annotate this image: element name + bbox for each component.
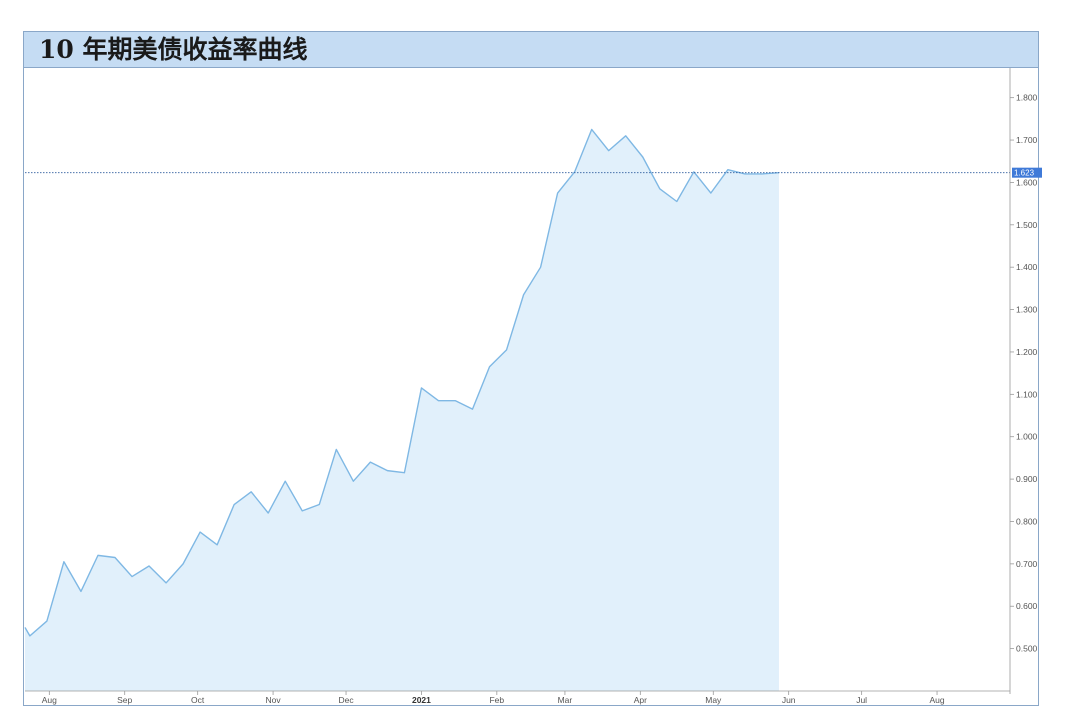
data-point <box>455 400 456 401</box>
data-point <box>370 462 371 463</box>
data-point <box>489 366 490 367</box>
data-point <box>438 400 439 401</box>
data-point <box>114 557 115 558</box>
y-tick-label: 0.700 <box>1016 559 1038 569</box>
data-point <box>591 129 592 130</box>
data-point <box>761 173 762 174</box>
data-point <box>523 294 524 295</box>
data-point <box>165 582 166 583</box>
series-area <box>25 129 779 691</box>
data-point <box>268 512 269 513</box>
data-point <box>46 620 47 621</box>
y-tick-label: 1.500 <box>1016 220 1038 230</box>
data-point <box>693 171 694 172</box>
data-point <box>472 409 473 410</box>
data-point <box>744 173 745 174</box>
data-point <box>285 481 286 482</box>
x-tick-label: Jul <box>856 695 867 705</box>
data-point <box>24 627 25 628</box>
data-point <box>642 156 643 157</box>
y-tick-label: 1.700 <box>1016 135 1038 145</box>
data-point <box>387 470 388 471</box>
data-point <box>574 171 575 172</box>
data-point <box>302 510 303 511</box>
y-tick-label: 1.200 <box>1016 347 1038 357</box>
x-tick-label: Oct <box>191 695 205 705</box>
data-point <box>557 192 558 193</box>
data-point <box>336 449 337 450</box>
y-tick-label: 0.600 <box>1016 601 1038 611</box>
data-point <box>404 472 405 473</box>
x-tick-label: Feb <box>489 695 504 705</box>
last-value-label: 1.623 <box>1014 169 1035 178</box>
data-point <box>97 555 98 556</box>
data-point <box>710 192 711 193</box>
x-tick-label: Dec <box>338 695 354 705</box>
data-point <box>540 267 541 268</box>
y-tick-label: 1.300 <box>1016 305 1038 315</box>
data-point <box>727 169 728 170</box>
data-point <box>182 563 183 564</box>
y-tick-label: 0.800 <box>1016 516 1038 526</box>
data-point <box>608 150 609 151</box>
data-point <box>625 135 626 136</box>
y-tick-label: 1.100 <box>1016 389 1038 399</box>
x-tick-label: Aug <box>42 695 57 705</box>
x-tick-label: Jun <box>782 695 796 705</box>
data-point <box>659 188 660 189</box>
data-point <box>217 544 218 545</box>
data-point <box>353 481 354 482</box>
x-tick-label: Mar <box>558 695 573 705</box>
data-point <box>506 349 507 350</box>
y-tick-label: 0.900 <box>1016 474 1038 484</box>
x-tick-label: May <box>705 695 722 705</box>
y-tick-label: 0.500 <box>1016 644 1038 654</box>
data-point <box>251 491 252 492</box>
y-tick-label: 1.000 <box>1016 432 1038 442</box>
data-point <box>319 504 320 505</box>
x-tick-label: Sep <box>117 695 132 705</box>
data-point <box>29 635 30 636</box>
data-point <box>234 504 235 505</box>
data-point <box>148 565 149 566</box>
y-tick-label: 1.800 <box>1016 93 1038 103</box>
data-point <box>80 591 81 592</box>
data-point <box>676 201 677 202</box>
y-tick-label: 1.400 <box>1016 262 1038 272</box>
x-tick-label: 2021 <box>412 695 431 705</box>
x-tick-label: Apr <box>634 695 647 705</box>
data-point <box>131 576 132 577</box>
data-point <box>200 531 201 532</box>
data-point <box>421 387 422 388</box>
y-tick-label: 1.600 <box>1016 177 1038 187</box>
data-point <box>63 561 64 562</box>
yield-chart: 0.500 0.600 0.700 0.800 0.900 1.000 1.100 1.200… <box>24 68 1042 705</box>
x-tick-label: Aug <box>929 695 944 705</box>
x-tick-label: Nov <box>266 695 282 705</box>
